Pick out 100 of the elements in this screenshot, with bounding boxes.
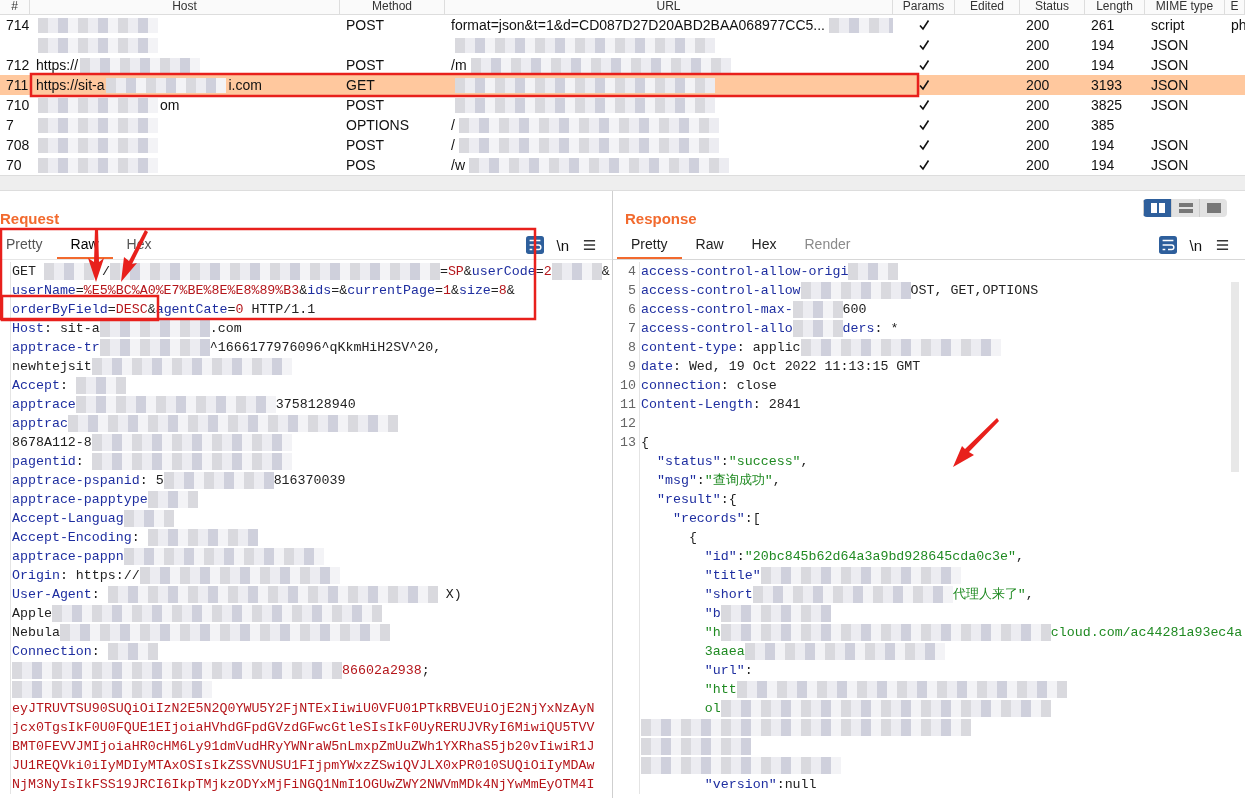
code-key: date xyxy=(641,357,673,376)
column-header[interactable]: Params xyxy=(893,0,955,14)
code-value: DESC xyxy=(115,301,148,319)
code-key: size xyxy=(458,281,491,300)
column-header[interactable]: Host xyxy=(30,0,340,14)
line-number: 4 xyxy=(628,264,636,279)
table-cell: POST xyxy=(346,57,385,73)
panel-title: Request xyxy=(0,210,60,229)
newline-toggle[interactable]: \n xyxy=(1189,236,1202,254)
column-header[interactable]: E xyxy=(1225,0,1245,14)
layout-button[interactable] xyxy=(1171,199,1199,217)
code-key: apptrace-papptype xyxy=(12,490,148,509)
table-cell: POS xyxy=(346,157,376,173)
code-string: 代理人来了" xyxy=(952,586,1026,604)
scrollbar[interactable] xyxy=(0,175,1245,191)
table-cell: 7 xyxy=(6,117,14,133)
code-value: 0 xyxy=(235,301,244,319)
menu-icon[interactable] xyxy=(1216,239,1229,251)
code-text: : xyxy=(91,586,101,604)
redaction-blur xyxy=(123,510,174,527)
table-cell: /m xyxy=(451,57,467,73)
code-text: : xyxy=(744,662,753,680)
code-text: ^1666177976096^qKkmHiH2SV^20, xyxy=(209,339,442,357)
table-cell: 200 xyxy=(1026,17,1050,33)
table-row[interactable]: 711 https://sit-a i.com GET 200 3193 JSON xyxy=(0,75,1245,95)
code-text: = xyxy=(535,263,544,281)
table-cell: JSON xyxy=(1151,97,1189,113)
layout-button[interactable] xyxy=(1143,199,1171,217)
code-text: =& xyxy=(331,282,348,300)
code-text: : xyxy=(720,453,729,471)
line-number: 7 xyxy=(628,321,636,336)
line-number: 9 xyxy=(628,359,636,374)
code-key: ids xyxy=(307,281,332,300)
column-header[interactable]: # xyxy=(0,0,30,14)
table-cell: om xyxy=(160,97,180,113)
annotation-arrow xyxy=(953,418,999,467)
two-rows-icon xyxy=(1178,203,1193,213)
redaction-blur xyxy=(43,263,94,280)
table-cell: OPTIONS xyxy=(346,117,409,133)
code-text: X) xyxy=(444,586,462,604)
table-cell: JSON xyxy=(1151,137,1189,153)
code-key: "status" xyxy=(641,452,721,471)
line-number: 5 xyxy=(628,283,636,298)
tab[interactable]: Pretty xyxy=(617,231,682,259)
code-text: = xyxy=(107,301,116,319)
code-text: ; xyxy=(421,662,430,680)
column-header[interactable]: MIME type xyxy=(1145,0,1225,14)
table-cell: 3193 xyxy=(1091,77,1123,93)
code-key: apptrace xyxy=(12,395,76,414)
code-key: "b xyxy=(641,604,721,623)
column-header[interactable]: Edited xyxy=(955,0,1020,14)
code-key: connection xyxy=(641,376,721,395)
code-text: & xyxy=(601,263,610,281)
code-key: Origin xyxy=(12,566,60,585)
table-cell: https://sit-a xyxy=(36,77,105,93)
code-text: = xyxy=(490,282,499,300)
table-cell: 200 xyxy=(1026,117,1050,133)
table-cell: 194 xyxy=(1091,137,1115,153)
tab[interactable]: Pretty xyxy=(0,231,57,259)
code-value: SP xyxy=(447,263,464,281)
tab[interactable]: Hex xyxy=(737,231,791,259)
table-cell: 200 xyxy=(1026,137,1050,153)
code-value: BMT0FEVVJMIjoiaHR0cHM6Ly91dmVudHRyYWNraW5nLmxpZmUuZWh1YXRhaS5jb20vIiwiR1J xyxy=(12,738,595,756)
code-key: Connection xyxy=(12,642,92,661)
table-cell: script xyxy=(1151,17,1185,33)
code-string: "20bc845b62d64a3a9bd928645cda0c3e" xyxy=(744,548,1017,566)
table-cell: 710 xyxy=(6,97,30,113)
code-key: access-control-allow-origi xyxy=(641,262,849,281)
column-header[interactable]: URL xyxy=(445,0,893,14)
code-string: ol xyxy=(703,700,721,718)
layout-button[interactable] xyxy=(1199,199,1227,217)
code-text: .com xyxy=(209,320,242,338)
code-key: apptrace-tr xyxy=(12,338,100,357)
code-text: : 2841 xyxy=(752,396,801,414)
tab[interactable]: Raw xyxy=(681,231,738,259)
code-key: content-type xyxy=(641,338,737,357)
line-number: 8 xyxy=(628,340,636,355)
code-key: "title" xyxy=(641,566,761,585)
code-text: 600 xyxy=(842,301,867,319)
word-wrap-icon[interactable] xyxy=(1159,236,1178,254)
code-text: , xyxy=(1025,586,1034,604)
code-text: & xyxy=(299,282,308,300)
code-text: Nebula xyxy=(12,624,60,642)
code-text: , xyxy=(800,453,809,471)
menu-icon[interactable] xyxy=(583,239,596,251)
column-header[interactable]: Method xyxy=(340,0,445,14)
code-text: : xyxy=(91,643,101,661)
code-text: : 5 xyxy=(139,472,164,490)
redaction-blur xyxy=(75,377,126,394)
code-text: Apple xyxy=(12,605,52,623)
code-text: { xyxy=(641,434,649,452)
table-cell: / xyxy=(451,137,455,153)
newline-toggle[interactable]: \n xyxy=(556,236,569,254)
code-key: apptrac xyxy=(12,414,68,433)
code-string: "success" xyxy=(728,453,801,471)
code-text: = xyxy=(439,263,448,281)
code-key: access-control-max- xyxy=(641,300,793,319)
column-header[interactable]: Length xyxy=(1085,0,1145,14)
code-text: HTTP/1.1 xyxy=(250,301,316,319)
column-header[interactable]: Status xyxy=(1020,0,1085,14)
